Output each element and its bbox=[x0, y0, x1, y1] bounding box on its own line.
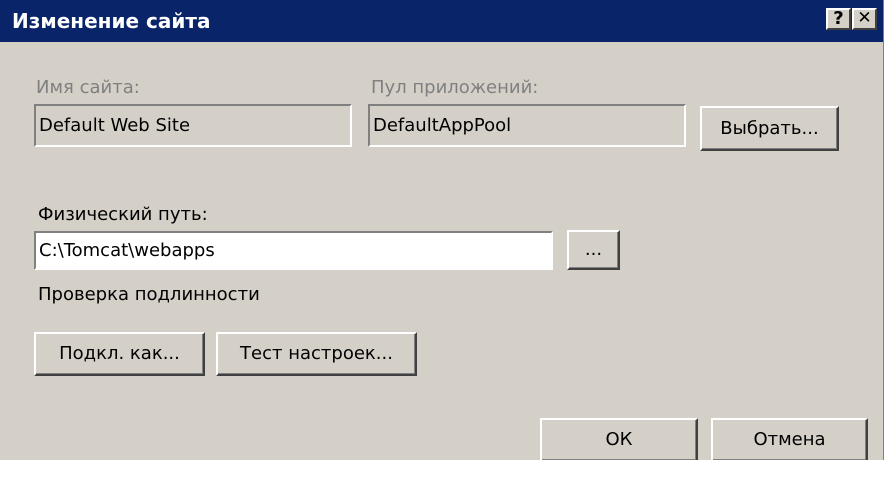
site-name-label: Имя сайта: bbox=[36, 77, 140, 98]
select-app-pool-button[interactable]: Выбрать... bbox=[700, 106, 839, 151]
edit-site-dialog: Изменение сайта ? ✕ Имя сайта: Default W… bbox=[0, 0, 884, 462]
app-pool-label: Пул приложений: bbox=[371, 77, 539, 98]
app-pool-field: DefaultAppPool bbox=[368, 104, 686, 147]
background-strip bbox=[0, 460, 885, 487]
test-settings-button[interactable]: Тест настроек... bbox=[216, 332, 417, 376]
cancel-button[interactable]: Отмена bbox=[711, 418, 868, 462]
dialog-title: Изменение сайта bbox=[12, 9, 211, 33]
close-icon[interactable]: ✕ bbox=[852, 8, 877, 30]
browse-path-button[interactable]: ... bbox=[567, 230, 620, 270]
authentication-label: Проверка подлинности bbox=[38, 284, 260, 305]
site-name-field: Default Web Site bbox=[34, 104, 352, 147]
connect-as-button[interactable]: Подкл. как... bbox=[34, 332, 205, 376]
help-icon[interactable]: ? bbox=[826, 8, 851, 30]
ok-button[interactable]: ОК bbox=[540, 418, 698, 462]
physical-path-input[interactable]: C:\Tomcat\webapps bbox=[34, 231, 553, 270]
physical-path-label: Физический путь: bbox=[38, 204, 208, 225]
title-bar[interactable]: Изменение сайта ? ✕ bbox=[0, 0, 883, 42]
